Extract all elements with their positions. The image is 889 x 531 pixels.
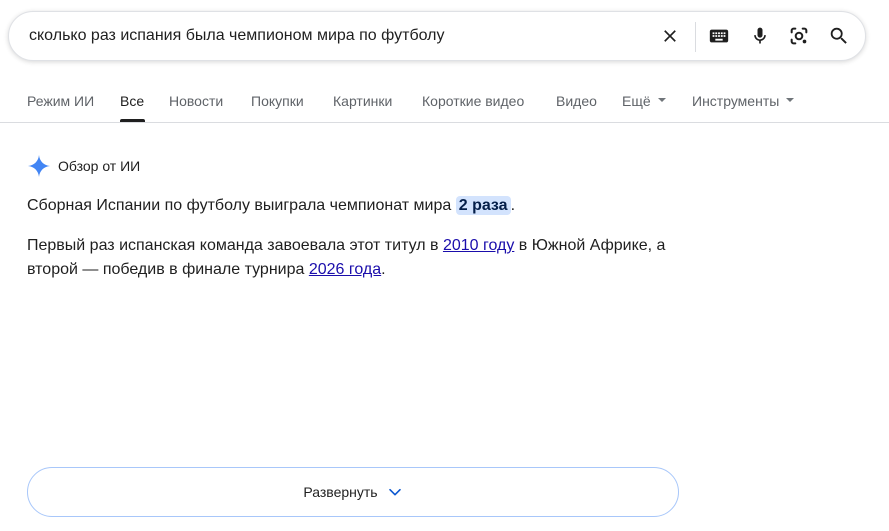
p2-text-2: в Южной Африке, а <box>514 237 666 254</box>
search-results-page: сколько раз испания была чемпионом мира … <box>0 0 889 531</box>
tabs-divider <box>0 122 889 123</box>
tab-more-label: Ещё <box>622 93 651 109</box>
p2-text-3: второй — победив в финале турнира <box>27 261 309 278</box>
ai-overview-header: Обзор от ИИ <box>27 154 140 178</box>
keyboard-icon <box>709 29 729 43</box>
search-button[interactable] <box>826 23 852 49</box>
tab-images[interactable]: Картинки <box>333 93 392 109</box>
search-bar-divider <box>695 22 696 52</box>
ai-overview-paragraph-2: Первый раз испанская команда завоевала э… <box>27 234 707 282</box>
search-icon <box>830 27 847 44</box>
expand-button[interactable]: Развернуть <box>27 467 679 517</box>
microphone-icon <box>754 27 766 44</box>
close-icon <box>664 30 676 42</box>
p2-text-1: Первый раз испанская команда завоевала э… <box>27 237 443 254</box>
tab-more[interactable]: Ещё <box>622 93 666 109</box>
tab-shopping[interactable]: Покупки <box>251 93 304 109</box>
keyboard-button[interactable] <box>706 23 732 49</box>
link-2026[interactable]: 2026 года <box>309 261 381 278</box>
tab-ai-mode[interactable]: Режим ИИ <box>27 93 94 109</box>
lens-icon <box>790 27 808 45</box>
clear-search-button[interactable] <box>657 23 683 49</box>
expand-button-label: Развернуть <box>303 484 378 500</box>
tab-all[interactable]: Все <box>120 93 144 109</box>
p1-end: . <box>510 197 516 214</box>
p1-text: Сборная Испании по футболу выиграла чемп… <box>27 197 456 214</box>
lens-search-button[interactable] <box>786 23 812 49</box>
chevron-down-icon <box>388 488 401 496</box>
tab-tools-label: Инструменты <box>692 93 780 109</box>
ai-overview-paragraph-1: Сборная Испании по футболу выиграла чемп… <box>27 194 707 218</box>
ai-overview-title: Обзор от ИИ <box>58 158 141 174</box>
tab-short-videos[interactable]: Короткие видео <box>422 93 524 109</box>
voice-search-button[interactable] <box>747 23 773 49</box>
tab-news[interactable]: Новости <box>169 93 223 109</box>
gemini-spark-icon <box>28 155 50 177</box>
chevron-down-icon <box>657 98 666 103</box>
p2-text-4: . <box>381 261 386 278</box>
search-box[interactable]: сколько раз испания была чемпионом мира … <box>8 11 866 61</box>
tab-tools[interactable]: Инструменты <box>692 93 795 109</box>
search-tabs: Режим ИИ Все Новости Покупки Картинки Ко… <box>0 84 889 122</box>
link-2010[interactable]: 2010 году <box>443 237 514 254</box>
chevron-down-icon <box>786 98 795 103</box>
tab-videos[interactable]: Видео <box>556 93 597 109</box>
answer-highlight: 2 раза <box>455 196 511 215</box>
search-input[interactable]: сколько раз испания была чемпионом мира … <box>29 27 445 45</box>
